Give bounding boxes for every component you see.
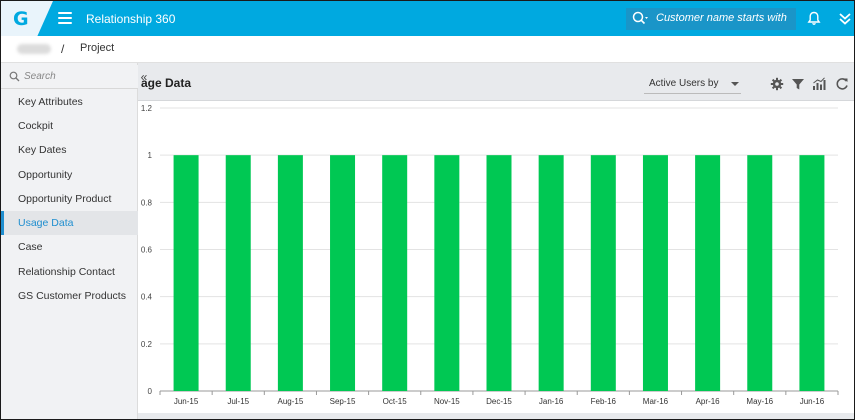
x-tick-label: Aug-15: [277, 397, 303, 406]
filter-icon[interactable]: [791, 77, 805, 91]
sidebar-item-usage-data[interactable]: Usage Data: [1, 211, 138, 235]
y-tick-label: 0.8: [141, 198, 153, 207]
bar[interactable]: [642, 155, 668, 391]
search-icon: [9, 71, 20, 82]
y-tick-label: 0.4: [141, 293, 153, 302]
x-tick-label: May-16: [746, 397, 773, 406]
y-tick-label: 0: [148, 387, 153, 396]
x-tick-label: Jan-16: [539, 397, 564, 406]
app-logo[interactable]: G: [1, 1, 53, 36]
sidebar-item-key-dates[interactable]: Key Dates: [1, 138, 138, 162]
usage-data-bar-chart: 0 0.2 0.4 0.6 0.8 1 1.2 Jun-15 Jul-15 Aug-15 Sep-1…: [141, 104, 839, 406]
chevron-down-icon: [731, 82, 739, 86]
breadcrumb-current: Project: [80, 42, 115, 54]
bar[interactable]: [225, 155, 251, 391]
x-tick-label: Jun-15: [174, 397, 199, 406]
x-tick-label: Oct-15: [383, 397, 408, 406]
sidebar-item-case[interactable]: Case: [1, 235, 138, 259]
y-tick-label: 1.2: [141, 104, 153, 113]
section-header: [138, 63, 854, 100]
sidebar-item-cockpit[interactable]: Cockpit: [1, 114, 138, 138]
chart-type-icon[interactable]: [812, 77, 826, 91]
bar[interactable]: [799, 155, 825, 391]
x-tick-label: Mar-16: [643, 397, 669, 406]
bar[interactable]: [486, 155, 512, 391]
app-window: G Relationship 360 Customer name starts …: [0, 0, 855, 420]
bar[interactable]: [747, 155, 773, 391]
breadcrumb-customer-blurred[interactable]: [17, 44, 51, 54]
bar[interactable]: [695, 155, 721, 391]
measure-select[interactable]: Active Users by: [644, 75, 741, 94]
x-tick-label: Apr-16: [696, 397, 721, 406]
sidebar-search-placeholder: Search: [24, 71, 56, 82]
search-placeholder: Customer name starts with: [656, 12, 787, 24]
gear-icon[interactable]: [770, 77, 784, 91]
logo-letter: G: [13, 8, 29, 30]
sidebar-item-key-attributes[interactable]: Key Attributes: [1, 90, 138, 114]
top-bar: G Relationship 360 Customer name starts …: [1, 1, 854, 36]
sidebar-item-relationship-contact[interactable]: Relationship Contact: [1, 260, 138, 284]
search-icon[interactable]: [632, 11, 650, 27]
sidebar-search-input[interactable]: Search: [1, 65, 138, 89]
refresh-icon[interactable]: [835, 77, 849, 91]
menu-icon[interactable]: [58, 12, 72, 24]
x-tick-label: Jun-16: [800, 397, 825, 406]
x-tick-label: Jul-15: [227, 397, 249, 406]
bar[interactable]: [538, 155, 564, 391]
bar[interactable]: [330, 155, 356, 391]
bar[interactable]: [382, 155, 408, 391]
section-title: age Data: [141, 76, 192, 90]
chart-footer-strip: [138, 413, 854, 419]
sidebar-item-gs-customer-products[interactable]: GS Customer Products: [1, 284, 138, 308]
bar[interactable]: [277, 155, 303, 391]
bar[interactable]: [434, 155, 460, 391]
sidebar-item-opportunity-product[interactable]: Opportunity Product: [1, 187, 138, 211]
bell-icon[interactable]: [807, 11, 821, 26]
x-tick-label: Dec-15: [486, 397, 512, 406]
x-tick-label: Feb-16: [591, 397, 617, 406]
sidebar-item-opportunity[interactable]: Opportunity: [1, 163, 138, 187]
x-tick-label: Nov-15: [434, 397, 460, 406]
y-tick-label: 0.6: [141, 246, 153, 255]
chevron-down-icon[interactable]: [838, 11, 852, 26]
measure-select-value: Active Users by: [649, 78, 719, 89]
x-tick-label: Sep-15: [330, 397, 356, 406]
sidebar: Search Key Attributes Cockpit Key Dates …: [1, 63, 138, 419]
y-tick-label: 0.2: [141, 340, 153, 349]
app-title: Relationship 360: [86, 12, 176, 26]
breadcrumb: / Project: [1, 36, 854, 63]
y-tick-label: 1: [148, 151, 153, 160]
bar[interactable]: [173, 155, 199, 391]
breadcrumb-separator: /: [61, 42, 65, 56]
bar[interactable]: [590, 155, 616, 391]
customer-search-input[interactable]: Customer name starts with: [626, 8, 796, 30]
